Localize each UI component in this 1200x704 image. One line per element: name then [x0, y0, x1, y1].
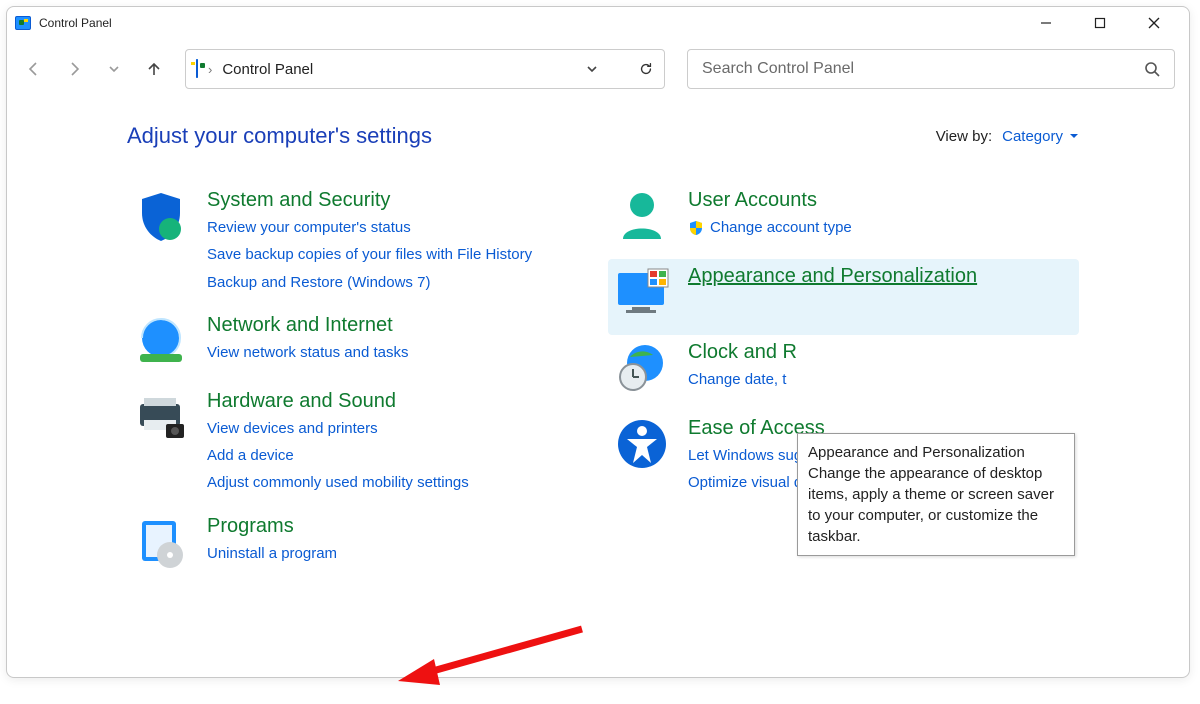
category-title[interactable]: Appearance and Personalization [688, 265, 977, 288]
view-by: View by: Category [936, 128, 1079, 145]
view-by-dropdown[interactable]: Category [1002, 128, 1079, 145]
annotation-arrow [392, 619, 592, 704]
clock-globe-icon [614, 341, 670, 397]
chevron-down-icon[interactable] [584, 61, 600, 77]
up-button[interactable] [145, 60, 163, 78]
refresh-button[interactable] [638, 61, 654, 77]
view-by-value: Category [1002, 128, 1063, 145]
category-clock-region: Clock and R Change date, t [608, 335, 1079, 411]
category-user-accounts: User Accounts Change account type [608, 183, 1079, 259]
category-title[interactable]: Clock and R [688, 341, 797, 364]
globe-icon [133, 314, 189, 370]
tooltip-title: Appearance and Personalization [808, 442, 1064, 463]
shield-icon [133, 189, 189, 245]
control-panel-icon [196, 60, 198, 78]
forward-button[interactable] [65, 60, 83, 78]
category-link[interactable]: Review your computer's status [207, 216, 532, 239]
control-panel-window: Control Panel [6, 6, 1190, 678]
view-by-label: View by: [936, 128, 992, 145]
category-link-change-account-type[interactable]: Change account type [688, 216, 852, 239]
category-appearance-personalization[interactable]: Appearance and Personalization [608, 259, 1079, 335]
category-link[interactable]: Change date, t [688, 368, 797, 391]
monitor-icon [614, 265, 670, 321]
category-title[interactable]: Programs [207, 515, 337, 538]
tooltip-appearance: Appearance and Personalization Change th… [797, 433, 1075, 556]
left-column: System and Security Review your computer… [127, 183, 598, 585]
accessibility-icon [614, 417, 670, 473]
titlebar: Control Panel [7, 7, 1189, 39]
category-title[interactable]: Hardware and Sound [207, 390, 469, 413]
breadcrumb-separator: › [208, 62, 212, 77]
window-title: Control Panel [39, 16, 112, 30]
window-controls [1029, 9, 1171, 37]
category-system-security: System and Security Review your computer… [127, 183, 598, 308]
uac-shield-icon [688, 220, 704, 236]
search-box[interactable] [687, 49, 1175, 89]
search-icon[interactable] [1144, 61, 1160, 77]
close-button[interactable] [1137, 9, 1171, 37]
maximize-button[interactable] [1083, 9, 1117, 37]
category-network-internet: Network and Internet View network status… [127, 308, 598, 384]
category-programs: Programs Uninstall a program [127, 509, 598, 585]
printer-icon [133, 390, 189, 446]
breadcrumb[interactable]: Control Panel [222, 61, 313, 78]
category-hardware-sound: Hardware and Sound View devices and prin… [127, 384, 598, 509]
back-button[interactable] [25, 60, 43, 78]
tooltip-body: Change the appearance of desktop items, … [808, 465, 1054, 545]
category-link[interactable]: Save backup copies of your files with Fi… [207, 243, 532, 266]
minimize-button[interactable] [1029, 9, 1063, 37]
user-icon [614, 189, 670, 245]
category-link[interactable]: Uninstall a program [207, 542, 337, 565]
category-title[interactable]: User Accounts [688, 189, 852, 212]
page-title: Adjust your computer's settings [127, 123, 432, 149]
search-input[interactable] [702, 60, 1144, 78]
content-area: Adjust your computer's settings View by:… [7, 99, 1189, 585]
category-link[interactable]: View devices and printers [207, 417, 469, 440]
category-link[interactable]: Backup and Restore (Windows 7) [207, 271, 532, 294]
category-title[interactable]: System and Security [207, 189, 532, 212]
category-link[interactable]: Add a device [207, 444, 469, 467]
recent-locations-button[interactable] [105, 60, 123, 78]
control-panel-app-icon [15, 15, 31, 31]
category-link[interactable]: View network status and tasks [207, 341, 409, 364]
toolbar: › Control Panel [7, 39, 1189, 99]
category-title[interactable]: Network and Internet [207, 314, 409, 337]
address-bar[interactable]: › Control Panel [185, 49, 665, 89]
caret-down-icon [1069, 131, 1079, 141]
programs-icon [133, 515, 189, 571]
category-link-label: Change account type [710, 216, 852, 239]
category-link[interactable]: Adjust commonly used mobility settings [207, 471, 469, 494]
